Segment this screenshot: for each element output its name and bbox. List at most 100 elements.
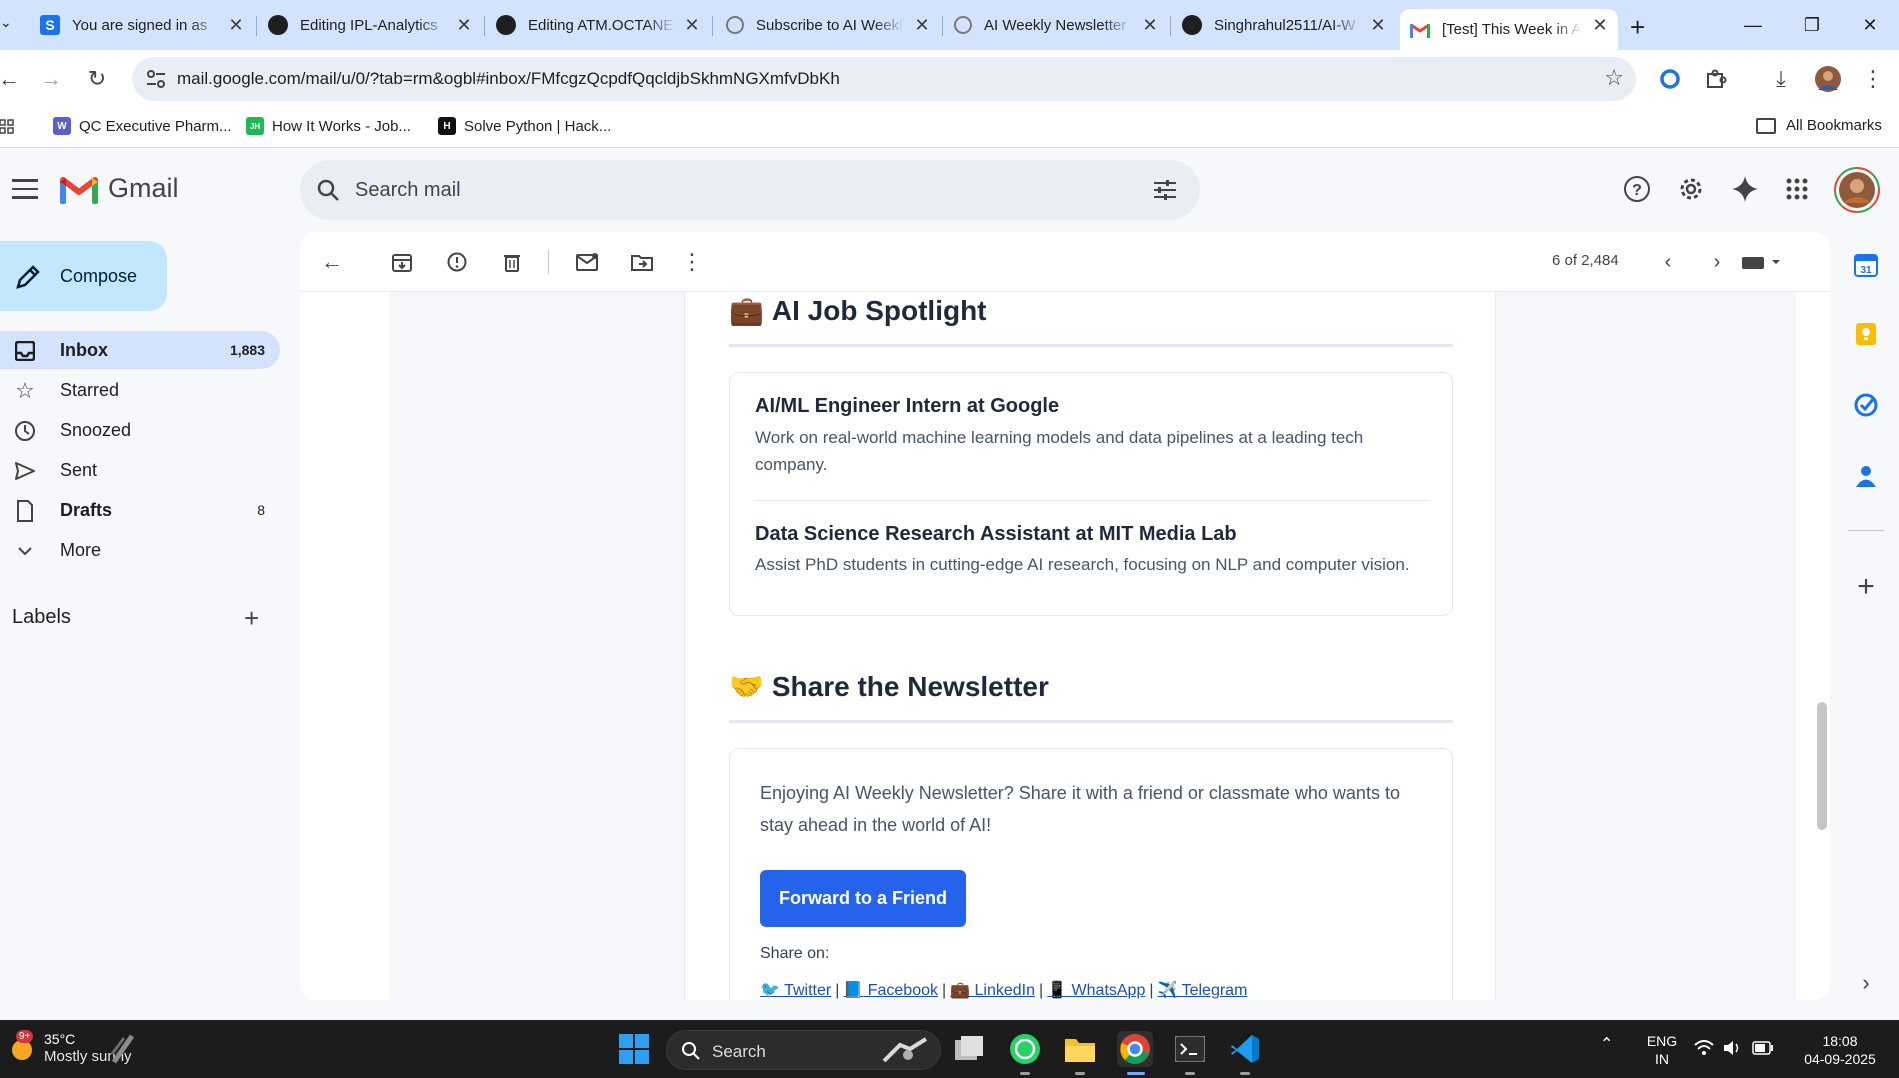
more-options-icon[interactable]: ⋮ bbox=[679, 249, 705, 275]
contacts-icon[interactable] bbox=[1853, 463, 1879, 489]
bookmark-item[interactable]: JH How It Works - Job... bbox=[246, 117, 411, 135]
forward-arrow-icon[interactable]: → bbox=[36, 64, 66, 94]
move-to-icon[interactable] bbox=[629, 249, 655, 275]
whatsapp-link[interactable]: 📱 WhatsApp bbox=[1047, 982, 1145, 999]
search-icon[interactable] bbox=[316, 178, 340, 202]
help-icon[interactable]: ? bbox=[1622, 174, 1652, 204]
tab-3[interactable]: Subscribe to AI Weekly ✕ bbox=[726, 9, 934, 41]
file-explorer-icon[interactable] bbox=[1062, 1031, 1098, 1067]
nav-item-sent[interactable]: Sent bbox=[0, 451, 280, 489]
nav-label: Drafts bbox=[60, 500, 113, 520]
tab-search-dropdown-icon[interactable]: ⌄ bbox=[0, 14, 16, 36]
site-settings-icon[interactable] bbox=[144, 67, 168, 91]
report-spam-icon[interactable] bbox=[444, 249, 470, 275]
download-icon[interactable]: ⤓ bbox=[1766, 64, 1796, 94]
keyboard-input-icon[interactable] bbox=[1740, 249, 1784, 275]
tab-1[interactable]: Editing IPL-Analytics ✕ bbox=[268, 9, 476, 41]
address-bar[interactable]: mail.google.com/mail/u/0/?tab=rm&ogbl#in… bbox=[132, 57, 1636, 101]
section-title-share: 🤝 Share the Newsletter bbox=[729, 670, 1049, 703]
extension-circle-icon[interactable] bbox=[1655, 64, 1685, 94]
terminal-icon[interactable] bbox=[1172, 1031, 1208, 1067]
tab-6-active[interactable]: [Test] This Week in AI ✕ bbox=[1400, 9, 1618, 50]
close-icon[interactable]: ✕ bbox=[224, 13, 248, 37]
extensions-puzzle-icon[interactable] bbox=[1701, 64, 1731, 94]
bookmark-label: Solve Python | Hack... bbox=[464, 117, 612, 135]
battery-icon[interactable] bbox=[1752, 1041, 1774, 1059]
account-avatar[interactable] bbox=[1834, 167, 1880, 213]
tab-5[interactable]: Singhrahul2511/AI-W ✕ bbox=[1182, 9, 1390, 41]
restore-icon[interactable]: ❐ bbox=[1797, 10, 1827, 40]
bookmark-item[interactable]: H Solve Python | Hack... bbox=[438, 117, 611, 135]
gemini-sparkle-icon[interactable] bbox=[1730, 174, 1760, 204]
tab-4[interactable]: AI Weekly Newsletter ✕ bbox=[954, 9, 1162, 41]
calendar-icon[interactable]: 31 bbox=[1853, 252, 1879, 278]
tab-title: Editing ATM.OCTANE bbox=[528, 16, 674, 34]
close-icon[interactable]: ✕ bbox=[1366, 13, 1390, 37]
settings-gear-icon[interactable] bbox=[1676, 174, 1706, 204]
keep-icon[interactable] bbox=[1853, 321, 1879, 347]
mark-unread-icon[interactable] bbox=[574, 249, 600, 275]
wifi-icon[interactable] bbox=[1694, 1040, 1714, 1060]
task-view-icon[interactable] bbox=[952, 1031, 988, 1067]
close-icon[interactable]: ✕ bbox=[1588, 13, 1612, 37]
language-indicator[interactable]: ENG IN bbox=[1642, 1032, 1682, 1068]
nav-item-inbox[interactable]: Inbox 1,883 bbox=[0, 331, 280, 369]
app-stripe-icon[interactable] bbox=[108, 1032, 138, 1066]
older-message-icon[interactable]: › bbox=[1704, 249, 1730, 275]
search-highlight-icon bbox=[882, 1037, 928, 1063]
tasks-icon[interactable] bbox=[1853, 392, 1879, 418]
close-icon[interactable]: ✕ bbox=[452, 13, 476, 37]
close-icon[interactable]: ✕ bbox=[680, 13, 704, 37]
close-icon[interactable]: ✕ bbox=[910, 13, 934, 37]
scrollbar-thumb[interactable] bbox=[1817, 702, 1827, 830]
close-icon[interactable]: ✕ bbox=[1138, 13, 1162, 37]
show-side-panel-icon[interactable]: › bbox=[1853, 970, 1879, 996]
nav-item-starred[interactable]: ☆ Starred bbox=[0, 371, 280, 409]
search-mail-input[interactable]: Search mail bbox=[300, 160, 1200, 220]
all-bookmarks-button[interactable]: All Bookmarks bbox=[1756, 117, 1882, 134]
vscode-icon[interactable] bbox=[1227, 1031, 1263, 1067]
whatsapp-icon[interactable] bbox=[1007, 1031, 1043, 1067]
nav-item-drafts[interactable]: Drafts 8 bbox=[0, 491, 280, 529]
forward-to-friend-button[interactable]: Forward to a Friend bbox=[760, 870, 966, 927]
back-to-inbox-icon[interactable]: ← bbox=[319, 249, 345, 275]
tab-title: [Test] This Week in AI bbox=[1442, 21, 1582, 38]
back-arrow-icon[interactable]: ← bbox=[0, 64, 24, 94]
linkedin-link[interactable]: 💼 LinkedIn bbox=[950, 982, 1035, 999]
search-options-icon[interactable] bbox=[1152, 178, 1178, 202]
bookmark-star-icon[interactable]: ☆ bbox=[1604, 65, 1624, 91]
globe-icon bbox=[954, 16, 972, 34]
archive-icon[interactable] bbox=[389, 249, 415, 275]
browser-toolbar: ← → ↻ mail.google.com/mail/u/0/?tab=rm&o… bbox=[0, 50, 1899, 108]
gmail-logo[interactable]: Gmail bbox=[60, 173, 179, 204]
show-hidden-icons[interactable]: ⌃ bbox=[1600, 1036, 1613, 1054]
get-addons-icon[interactable]: + bbox=[1853, 570, 1879, 603]
profile-avatar[interactable] bbox=[1813, 64, 1843, 94]
add-label-icon[interactable]: + bbox=[244, 603, 259, 634]
volume-icon[interactable] bbox=[1723, 1040, 1743, 1060]
telegram-link[interactable]: ✈️ Telegram bbox=[1158, 982, 1248, 999]
newer-message-icon[interactable]: ‹ bbox=[1655, 249, 1681, 275]
delete-icon[interactable] bbox=[499, 249, 525, 275]
windows-start-icon[interactable] bbox=[616, 1031, 652, 1067]
compose-label: Compose bbox=[60, 266, 138, 286]
tab-0[interactable]: S You are signed in as ✕ bbox=[40, 9, 248, 41]
main-menu-icon[interactable] bbox=[12, 179, 38, 199]
clock[interactable]: 18:08 04-09-2025 bbox=[1790, 1032, 1890, 1068]
google-apps-icon[interactable] bbox=[1782, 174, 1812, 204]
twitter-link[interactable]: 🐦 Twitter bbox=[760, 982, 831, 999]
nav-item-more[interactable]: More bbox=[0, 531, 280, 569]
chrome-icon[interactable] bbox=[1117, 1031, 1153, 1067]
taskbar-search[interactable]: Search bbox=[666, 1030, 941, 1070]
facebook-link[interactable]: 📘 Facebook bbox=[843, 982, 938, 999]
new-tab-button[interactable]: + bbox=[1630, 12, 1645, 43]
reload-icon[interactable]: ↻ bbox=[82, 64, 112, 94]
window-close-icon[interactable]: ✕ bbox=[1855, 10, 1885, 40]
bookmark-item[interactable]: W QC Executive Pharm... bbox=[53, 117, 232, 135]
tab-2[interactable]: Editing ATM.OCTANE ✕ bbox=[496, 9, 704, 41]
browser-menu-icon[interactable]: ⋮ bbox=[1858, 64, 1888, 94]
nav-item-snoozed[interactable]: Snoozed bbox=[0, 411, 280, 449]
compose-button[interactable]: Compose bbox=[0, 241, 167, 311]
apps-grid-icon[interactable] bbox=[0, 119, 14, 135]
minimize-icon[interactable]: — bbox=[1738, 10, 1768, 40]
